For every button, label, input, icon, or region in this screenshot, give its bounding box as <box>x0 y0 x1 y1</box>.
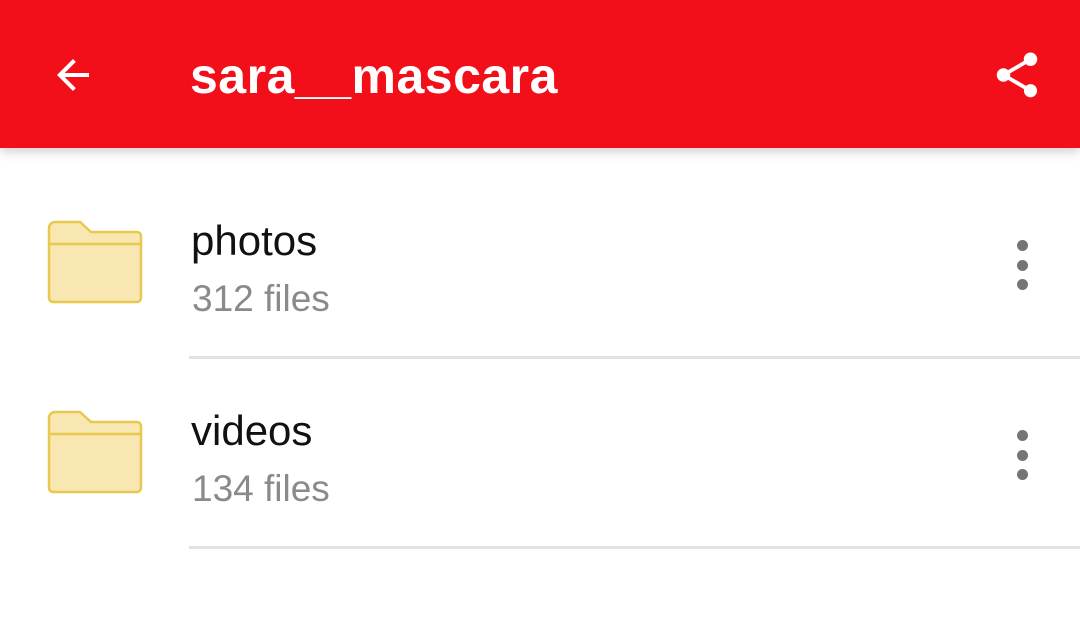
top-app-bar: sara__mascara <box>0 0 1080 148</box>
more-vert-icon[interactable] <box>998 426 1046 484</box>
file-count: 312 files <box>192 278 330 319</box>
folder-row-photos[interactable]: photos 312 files <box>0 148 1080 359</box>
arrow-back-icon <box>57 59 89 91</box>
more-vert-icon[interactable] <box>998 236 1046 294</box>
folder-icon <box>47 410 143 494</box>
folder-name: photos <box>191 217 318 264</box>
folder-icon <box>47 220 143 304</box>
folder-row-videos[interactable]: videos 134 files <box>0 338 1080 549</box>
page-title: sara__mascara <box>190 48 558 104</box>
file-count: 134 files <box>192 468 330 509</box>
back-button[interactable] <box>36 38 110 112</box>
app-window: sara__mascara photos 312 files videos 13… <box>0 0 1080 642</box>
share-button[interactable] <box>980 38 1054 112</box>
folder-name: videos <box>191 407 313 454</box>
share-icon <box>996 52 1038 98</box>
divider <box>189 546 1080 549</box>
